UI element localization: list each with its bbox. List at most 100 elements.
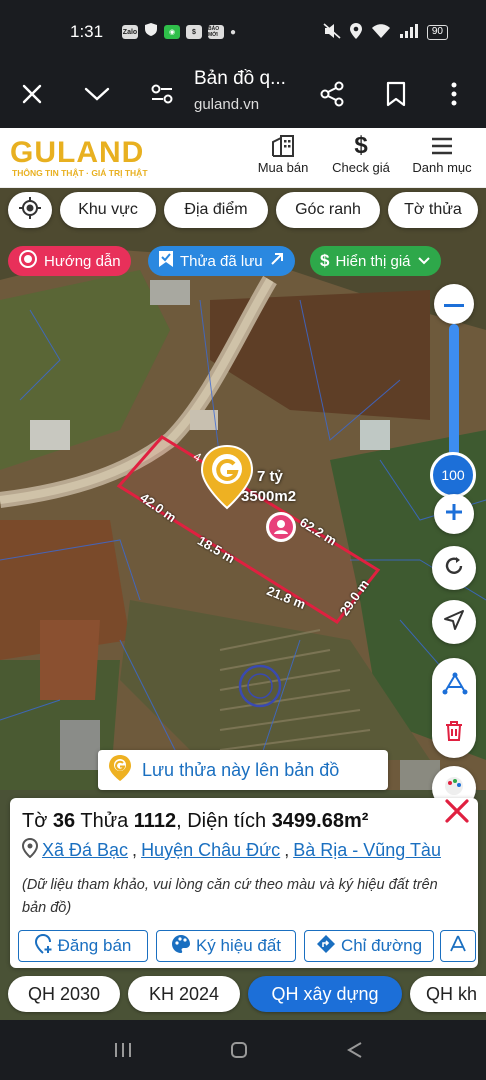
plot-price: 7 tỷ (257, 468, 283, 485)
post-sale-button[interactable]: Đăng bán (18, 930, 148, 962)
tab-qh-2030[interactable]: QH 2030 (8, 976, 120, 1012)
area-label: , Diện tích (176, 810, 267, 832)
nav-check-price[interactable]: $ Check giá (326, 132, 396, 175)
refresh-icon (443, 555, 465, 582)
wifi-icon (371, 23, 391, 42)
saved-label: Thửa đã lưu (180, 252, 263, 270)
crosshair-icon (18, 196, 42, 225)
nav-menu[interactable]: Danh mục (406, 132, 478, 175)
palette-icon (171, 934, 191, 959)
baomoi-icon: BÁO MỚI (208, 25, 224, 39)
close-icon[interactable] (10, 72, 54, 116)
minus-icon (444, 295, 464, 313)
zoom-out-button[interactable] (434, 284, 474, 324)
share-icon[interactable] (310, 72, 354, 116)
location-pin-icon (108, 754, 132, 787)
dollar-icon: $ (320, 251, 330, 270)
chevron-down-icon[interactable] (75, 72, 119, 116)
directions-label: Chỉ đường (340, 936, 423, 955)
browser-toolbar: Bản đồ q... guland.vn (0, 60, 486, 128)
status-time: 1:31 (70, 22, 104, 41)
refresh-button[interactable] (432, 546, 476, 590)
external-link-icon (269, 251, 285, 271)
save-banner-label: Lưu thửa này lên bản đồ (142, 759, 340, 780)
nav-label: Check giá (332, 160, 390, 175)
nav-label: Mua bán (257, 160, 309, 175)
filter-sheet-button[interactable]: Tờ thửa (388, 192, 478, 228)
district-link[interactable]: Huyện Châu Đức (141, 840, 280, 861)
saved-plots-button[interactable]: Thửa đã lưu (148, 246, 295, 276)
nav-buy-sell[interactable]: Mua bán (252, 132, 314, 175)
trash-icon[interactable] (444, 720, 464, 747)
page-url: guland.vn (194, 96, 260, 113)
province-link[interactable]: Bà Rịa - Vũng Tàu (293, 840, 441, 861)
status-bar: 1:31 Zalo ◉ $ BÁO MỚI ● 90 (0, 0, 486, 60)
land-symbols-button[interactable]: Ký hiệu đất (156, 930, 296, 962)
back-icon[interactable] (340, 1038, 370, 1062)
mute-icon (323, 23, 341, 42)
record-icon (18, 249, 38, 273)
data-disclaimer: (Dữ liệu tham khảo, vui lòng căn cứ theo… (22, 877, 438, 916)
plot-marker-icon[interactable] (200, 444, 254, 510)
parcel-label: Thửa (80, 810, 129, 832)
guide-label: Hướng dẫn (44, 252, 121, 270)
sheet-number: 36 (52, 810, 76, 832)
navigate-button[interactable] (432, 600, 476, 644)
filter-corner-button[interactable]: Góc ranh (276, 192, 380, 228)
navigation-arrow-icon (443, 609, 465, 636)
directions-icon (316, 934, 336, 959)
measure-icon[interactable] (442, 672, 468, 701)
zalo-icon: Zalo (122, 25, 138, 39)
tab-qh-construction[interactable]: QH xây dựng (248, 976, 402, 1012)
battery-icon: 90 (426, 25, 448, 40)
land-symbols-label: Ký hiệu đất (195, 936, 282, 955)
signal-icon (399, 23, 419, 42)
menu-icon (406, 132, 478, 160)
filter-area-button[interactable]: Khu vực (60, 192, 156, 228)
zoom-in-button[interactable] (434, 494, 474, 534)
measure-icon (448, 934, 468, 959)
location-icon (349, 22, 363, 43)
close-icon (444, 798, 470, 829)
plot-area-value: 3499.68m² (271, 810, 369, 832)
zoom-level-handle[interactable]: 100 (430, 452, 476, 498)
home-icon[interactable] (224, 1038, 254, 1062)
zoom-slider-track[interactable] (449, 324, 459, 464)
parcel-number: 1112 (133, 810, 177, 832)
chevron-down-icon (417, 253, 431, 270)
page-title: Bản đồ q... (194, 68, 286, 89)
dollar-icon: $ (354, 132, 368, 159)
building-icon (252, 132, 314, 160)
recent-apps-icon[interactable] (108, 1038, 138, 1062)
nav-label: Danh mục (412, 160, 472, 175)
locate-button[interactable] (8, 192, 52, 228)
location-pin-icon (21, 837, 39, 863)
post-sale-label: Đăng bán (57, 936, 132, 955)
save-plot-banner[interactable]: Lưu thửa này lên bản đồ (98, 750, 388, 790)
more-vert-icon[interactable] (432, 72, 476, 116)
draw-tools-panel (432, 658, 476, 758)
guide-button[interactable]: Hướng dẫn (8, 246, 131, 276)
site-header: GULAND THÔNG TIN THẬT · GIÁ TRỊ THẬT Mua… (0, 128, 486, 188)
site-logo[interactable]: GULAND (10, 136, 144, 170)
close-card-button[interactable] (440, 798, 474, 828)
show-price-button[interactable]: $ Hiển thị giá (310, 246, 441, 276)
tab-kh-2024[interactable]: KH 2024 (128, 976, 240, 1012)
system-icons: 90 (323, 22, 448, 43)
shield-icon (144, 22, 158, 42)
site-settings-icon[interactable] (140, 72, 184, 116)
directions-button[interactable]: Chỉ đường (304, 930, 434, 962)
measure-tool-button[interactable] (440, 930, 476, 962)
commune-link[interactable]: Xã Đá Bạc (42, 840, 128, 861)
plus-icon (444, 502, 464, 527)
system-nav-bar (0, 1020, 486, 1080)
store-icon: $ (186, 25, 202, 39)
bookmark-icon[interactable] (374, 72, 418, 116)
plot-location: Xã Đá Bạc, Huyện Châu Đức, Bà Rịa - Vũng… (21, 837, 441, 863)
user-marker-icon[interactable] (266, 512, 296, 542)
plot-title: Tờ 36 Thửa 1112, Diện tích 3499.68m² (22, 810, 368, 833)
tab-qh-other[interactable]: QH kh (410, 976, 486, 1012)
filter-place-button[interactable]: Địa điểm (164, 192, 268, 228)
wechat-icon: ◉ (164, 25, 180, 39)
location-plus-icon (34, 933, 53, 959)
